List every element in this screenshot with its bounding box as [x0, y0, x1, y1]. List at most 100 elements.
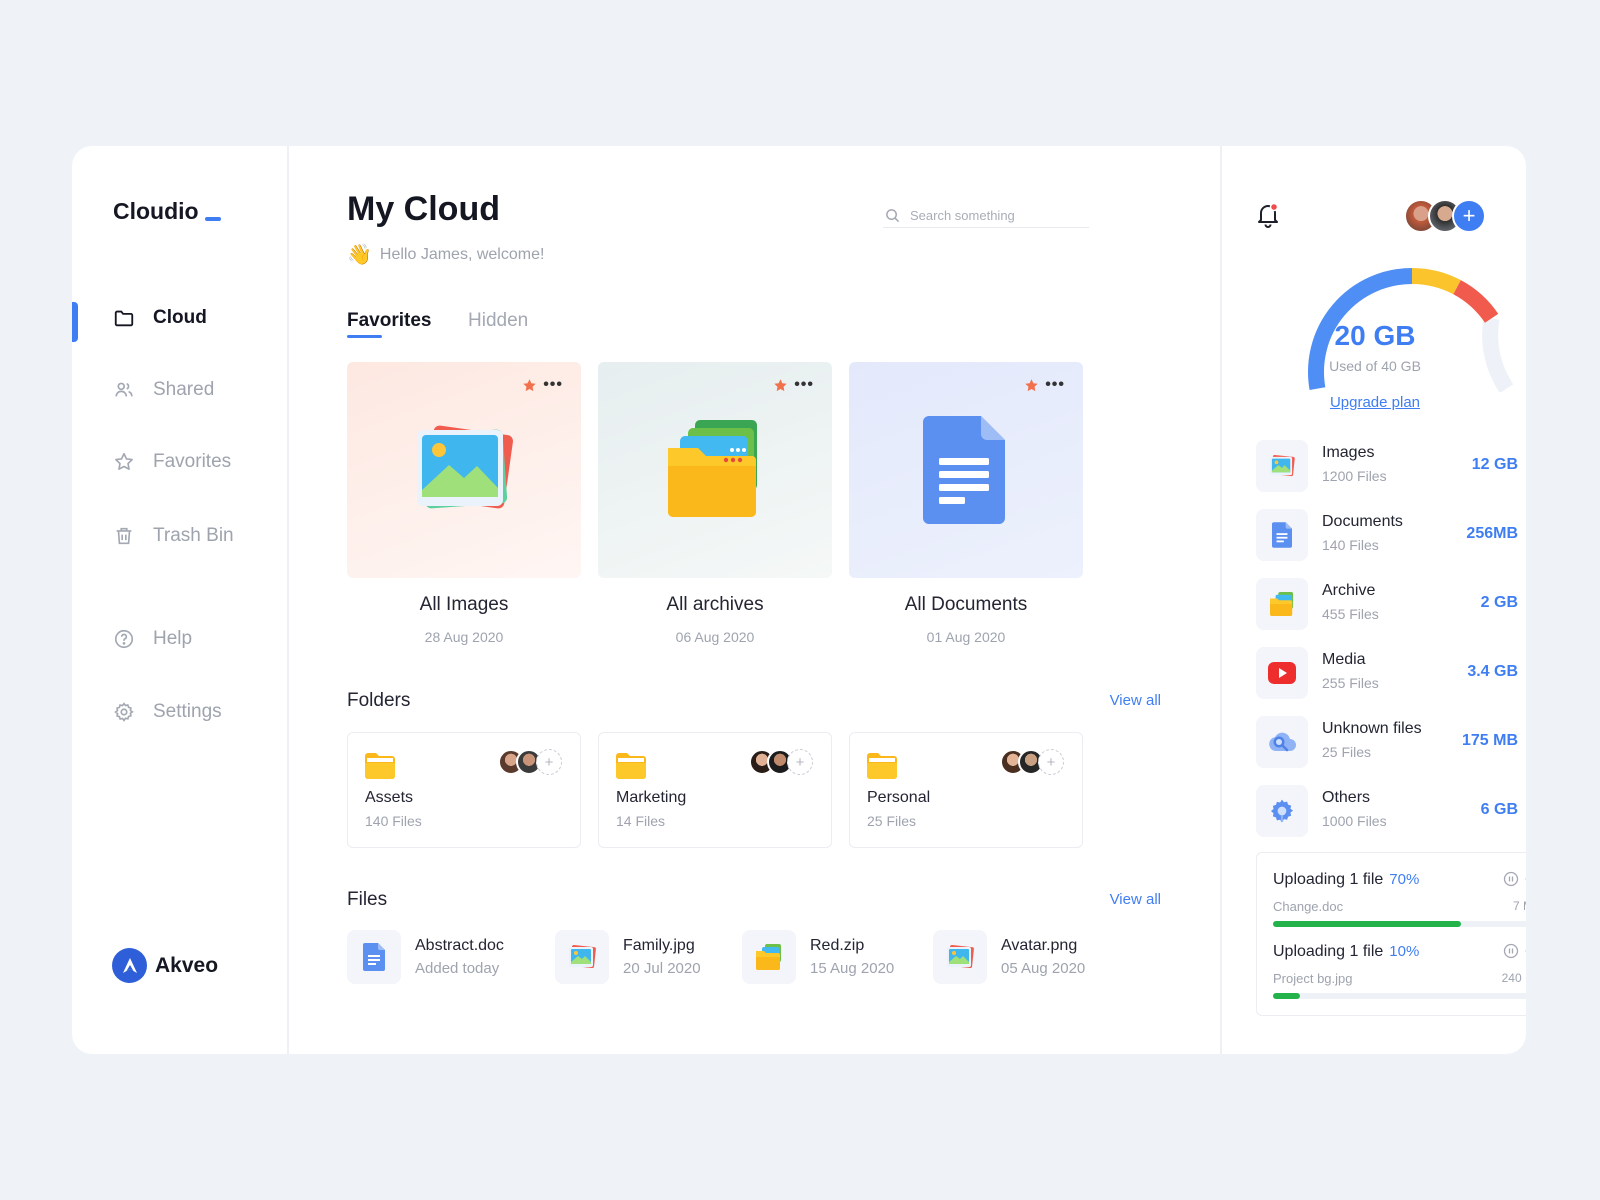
favorite-card-all-images[interactable]: ••• — [347, 362, 581, 578]
folder-count: 25 Files — [867, 813, 917, 829]
trash-icon — [116, 527, 132, 545]
storage-used-value: 20 GB — [1334, 320, 1416, 351]
files-view-all-link[interactable]: View all — [1110, 891, 1161, 908]
main-content: My Cloud 👋 Hello James, welcome! Favorit… — [291, 146, 1222, 1054]
brand-footer[interactable]: Akveo — [112, 948, 218, 983]
file-item-abstract-doc[interactable]: Abstract.doc Added today — [347, 930, 504, 984]
favorite-card-all-archives[interactable]: ••• — [598, 362, 832, 578]
upload-actions — [1503, 943, 1526, 959]
add-member-button[interactable]: + — [536, 749, 562, 775]
storage-row-unknown-files[interactable]: Unknown files 25 Files 175 MB — [1256, 716, 1526, 778]
upload-title: Uploading 1 file — [1273, 943, 1384, 960]
storage-category-size: 175 MB — [1461, 732, 1518, 749]
sidebar-item-label: Cloud — [153, 307, 207, 328]
users-icon — [115, 382, 133, 397]
notifications-button[interactable] — [1256, 202, 1280, 233]
logo-dash — [204, 217, 221, 221]
sidebar-item-cloud[interactable]: Cloud — [113, 307, 207, 329]
storage-row-media[interactable]: Media 255 Files 3.4 GB — [1256, 647, 1526, 709]
storage-row-archive[interactable]: Archive 455 Files 2 GB — [1256, 578, 1526, 640]
upload-percent: 70% — [1389, 871, 1420, 888]
favorite-card-all-documents[interactable]: ••• — [849, 362, 1083, 578]
folder-card-personal[interactable]: + Personal 25 Files — [849, 732, 1083, 848]
folders-view-all-link[interactable]: View all — [1110, 692, 1161, 709]
folder-count: 14 Files — [616, 813, 666, 829]
help-icon — [114, 629, 134, 649]
folder-yellow-icon — [867, 753, 897, 779]
active-nav-indicator — [72, 302, 78, 342]
star-filled-icon[interactable] — [773, 378, 788, 393]
folder-name: Assets — [365, 789, 414, 806]
favorite-date: 06 Aug 2020 — [675, 629, 755, 645]
upload-file-size: 240 KB — [1501, 971, 1526, 985]
storage-category-count: 25 Files — [1322, 744, 1372, 760]
add-member-button[interactable]: + — [1038, 749, 1064, 775]
storage-category-name: Archive — [1322, 582, 1376, 599]
upload-item: Uploading 1 file 70% Change.doc 7 MB — [1273, 871, 1526, 927]
storage-row-others[interactable]: Others 1000 Files 6 GB — [1256, 785, 1526, 847]
upload-progress-fill — [1273, 921, 1461, 927]
folder-members: + — [749, 749, 813, 775]
folder-icon — [114, 310, 134, 327]
file-date: 15 Aug 2020 — [810, 960, 895, 977]
sidebar-item-settings[interactable]: Settings — [113, 701, 222, 723]
welcome-message: 👋 Hello James, welcome! — [347, 242, 544, 267]
upload-file-size: 7 MB — [1512, 899, 1526, 913]
search-bar[interactable] — [883, 204, 1089, 228]
storage-used-label: Used of 40 GB — [1329, 358, 1421, 374]
add-member-button[interactable]: + — [787, 749, 813, 775]
sidebar-item-shared[interactable]: Shared — [113, 379, 214, 401]
sidebar: Cloudio Cloud Shared Favorites Trash Bin… — [72, 146, 289, 1054]
pause-icon[interactable] — [1503, 871, 1519, 887]
gauge-yellow-arc — [1411, 268, 1461, 295]
storage-category-size: 3.4 GB — [1467, 663, 1518, 680]
file-name: Red.zip — [810, 937, 865, 954]
folder-card-assets[interactable]: + Assets 140 Files — [347, 732, 581, 848]
app-name: Cloudio — [113, 198, 199, 224]
upgrade-plan-link[interactable]: Upgrade plan — [1224, 394, 1526, 411]
star-filled-icon[interactable] — [522, 378, 537, 393]
document-icon — [347, 930, 401, 984]
archive-icon — [1256, 578, 1308, 630]
search-input[interactable] — [910, 208, 1080, 223]
welcome-text: Hello James, welcome! — [379, 245, 545, 263]
more-options-icon[interactable]: ••• — [543, 376, 563, 394]
storage-category-name: Images — [1322, 444, 1375, 461]
cancel-icon[interactable] — [1525, 871, 1526, 887]
files-heading: Files — [347, 889, 388, 910]
file-name: Family.jpg — [623, 937, 695, 954]
storage-category-name: Documents — [1322, 513, 1403, 530]
sidebar-item-help[interactable]: Help — [113, 628, 192, 650]
more-options-icon[interactable]: ••• — [794, 376, 814, 394]
gauge-red-arc — [1453, 280, 1499, 324]
folder-card-marketing[interactable]: + Marketing 14 Files — [598, 732, 832, 848]
favorite-date: 28 Aug 2020 — [424, 629, 504, 645]
brand-name: Akveo — [155, 953, 219, 977]
pause-icon[interactable] — [1503, 943, 1519, 959]
page-title: My Cloud — [347, 190, 500, 228]
app-logo[interactable]: Cloudio — [113, 198, 221, 225]
folder-name: Personal — [867, 789, 931, 806]
storage-category-name: Unknown files — [1322, 720, 1422, 737]
file-item-red-zip[interactable]: Red.zip 15 Aug 2020 — [742, 930, 894, 984]
sidebar-item-label: Settings — [153, 701, 222, 722]
gear-icon — [1256, 785, 1308, 837]
app-window: Cloudio Cloud Shared Favorites Trash Bin… — [72, 146, 1526, 1054]
upload-progress-panel: Uploading 1 file 70% Change.doc 7 MB Uplo… — [1256, 852, 1526, 1016]
sidebar-item-favorites[interactable]: Favorites — [113, 451, 231, 473]
images-illustration-icon — [417, 425, 513, 509]
sidebar-item-label: Favorites — [153, 451, 232, 472]
file-item-avatar-png[interactable]: Avatar.png 05 Aug 2020 — [933, 930, 1085, 984]
file-item-family-jpg[interactable]: Family.jpg 20 Jul 2020 — [555, 930, 701, 984]
folder-count: 140 Files — [365, 813, 422, 829]
star-filled-icon[interactable] — [1024, 378, 1039, 393]
file-name: Avatar.png — [1001, 937, 1078, 954]
more-options-icon[interactable]: ••• — [1045, 376, 1065, 394]
tab-favorites[interactable]: Favorites — [347, 310, 431, 332]
storage-row-documents[interactable]: Documents 140 Files 256MB — [1256, 509, 1526, 571]
storage-row-images[interactable]: Images 1200 Files 12 GB — [1256, 440, 1526, 502]
sidebar-item-trash-bin[interactable]: Trash Bin — [113, 525, 234, 547]
add-user-button[interactable]: + — [1452, 199, 1486, 233]
tab-hidden[interactable]: Hidden — [468, 310, 528, 332]
cancel-icon[interactable] — [1525, 943, 1526, 959]
